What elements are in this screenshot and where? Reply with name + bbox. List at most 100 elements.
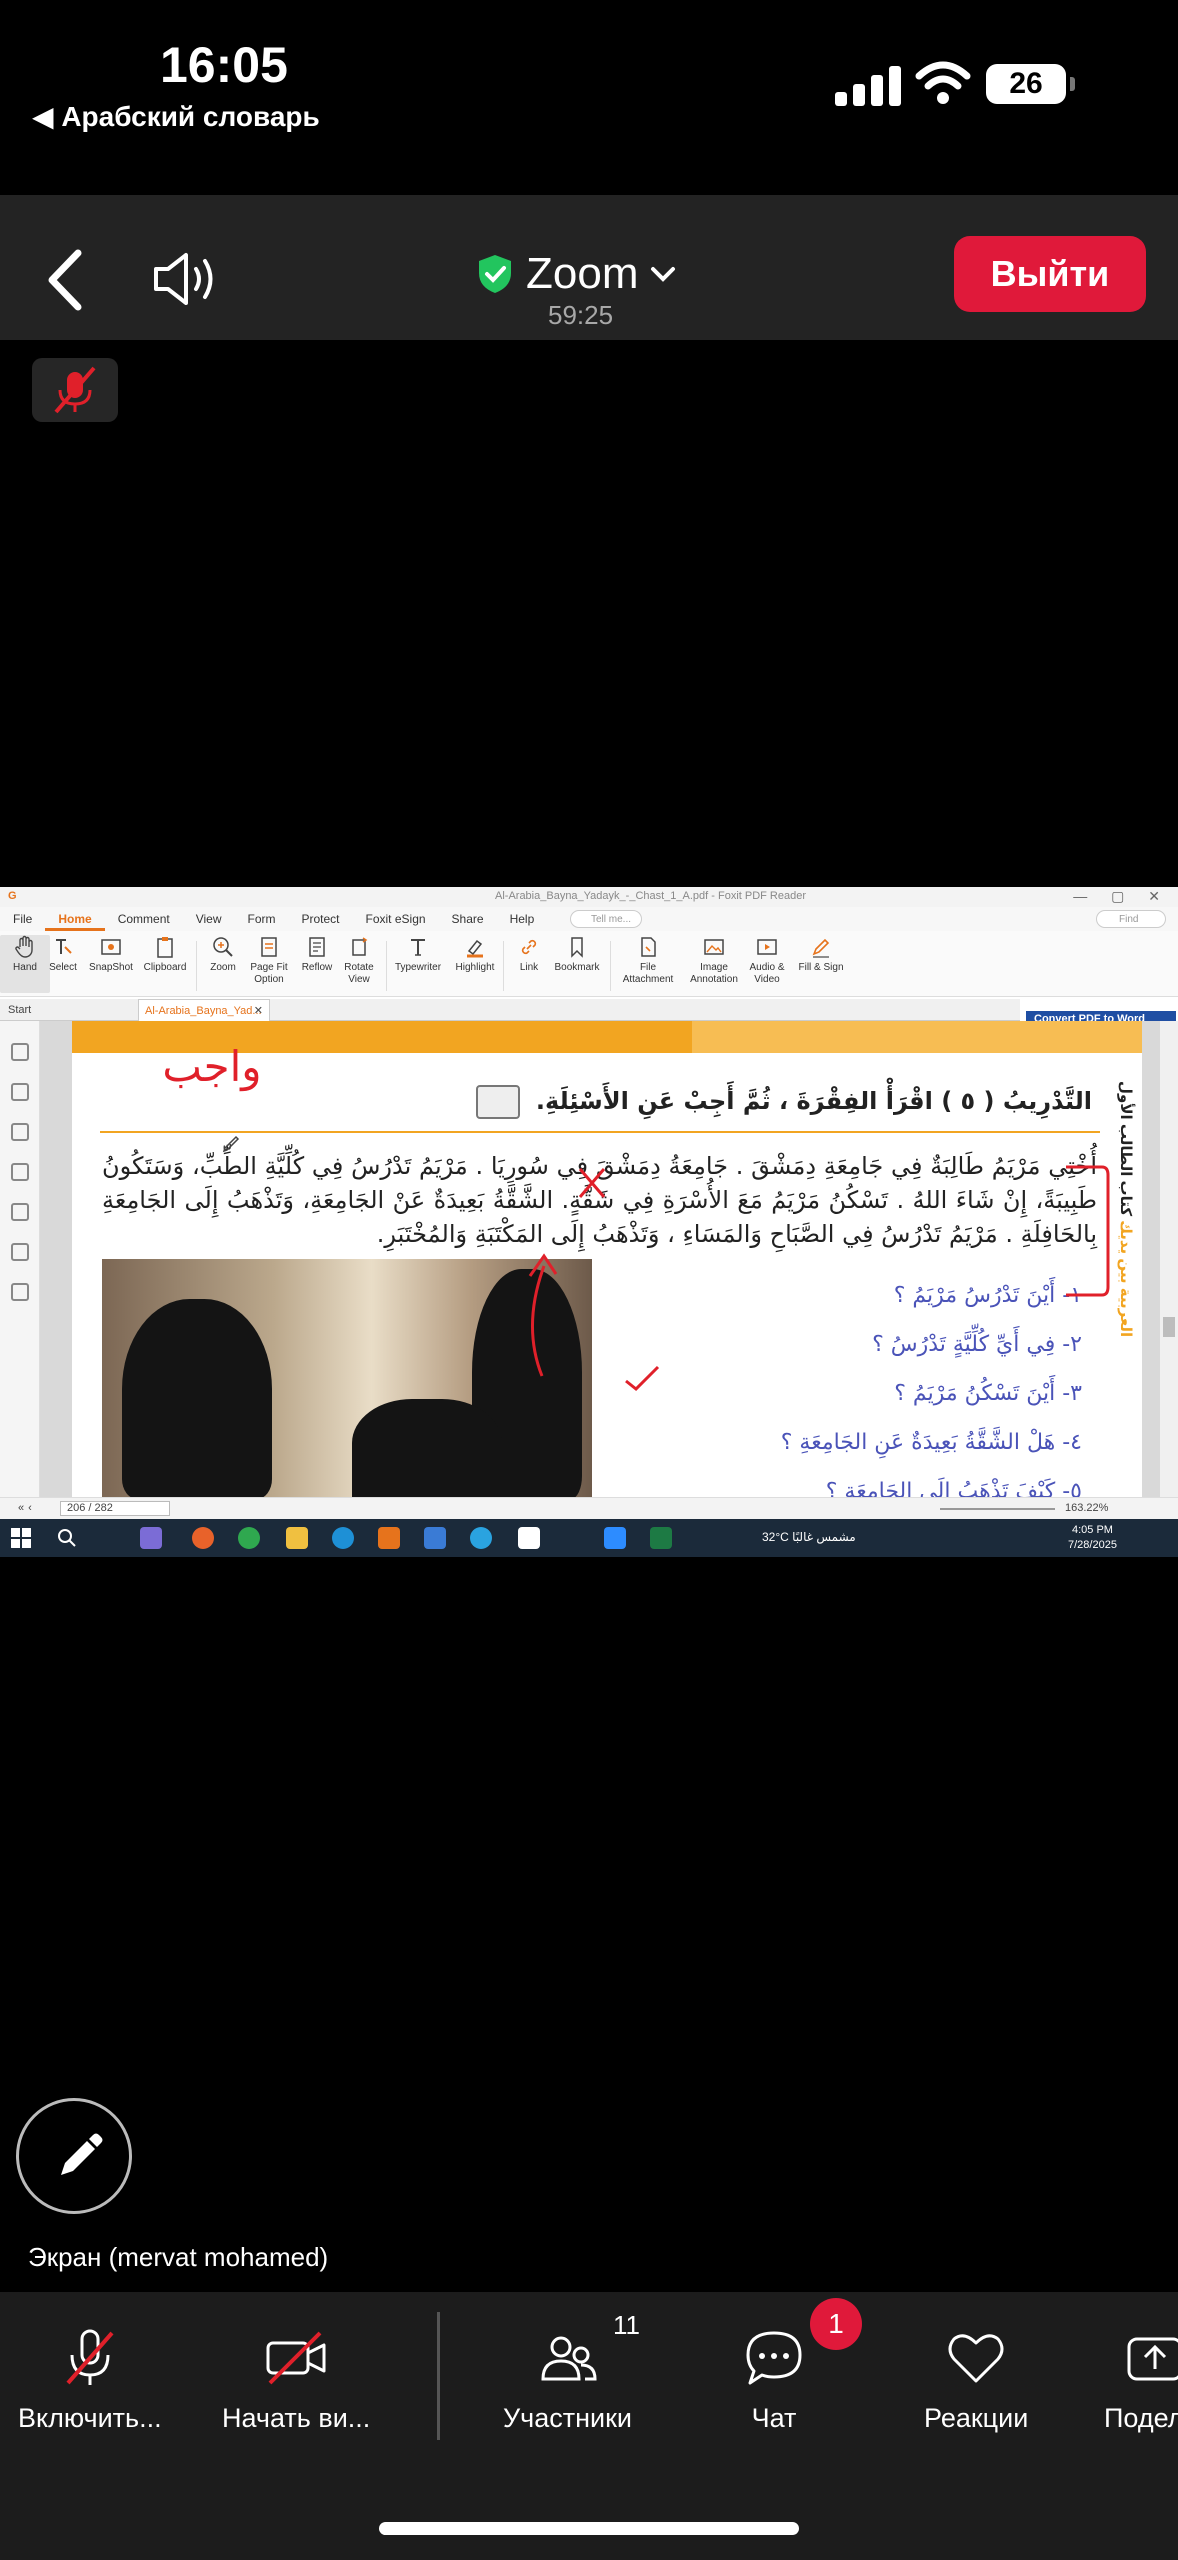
find-input[interactable]: Find	[1096, 910, 1166, 928]
document-taskbar-icon[interactable]	[518, 1527, 540, 1549]
ribbon-separator	[610, 941, 611, 991]
document-title: Al-Arabia_Bayna_Yadayk_-_Chast_1_A.pdf -…	[495, 890, 807, 902]
meeting-timer: 59:25	[548, 300, 614, 330]
layers-panel-icon[interactable]	[10, 1163, 29, 1181]
copilot-icon[interactable]	[140, 1527, 162, 1549]
audio-video-icon	[757, 939, 777, 955]
menu-protect[interactable]: Protect	[289, 907, 353, 931]
typewriter-button[interactable]: Typewriter	[390, 935, 446, 974]
annotate-button[interactable]	[16, 2098, 132, 2214]
clipboard-icon	[157, 937, 173, 958]
start-video-button[interactable]: Начать ви...	[222, 2327, 370, 2434]
toolbar-divider	[437, 2312, 440, 2440]
share-button[interactable]: Подел...	[1104, 2327, 1178, 2434]
tab-start[interactable]: Start	[8, 1004, 31, 1016]
foxit-title-bar: G Al-Arabia_Bayna_Yadayk_-_Chast_1_A.pdf…	[0, 887, 1178, 907]
back-chevron-icon[interactable]	[40, 245, 90, 315]
comments-panel-icon[interactable]	[10, 1123, 29, 1141]
tab-document[interactable]: Al-Arabia_Bayna_Yad... ✕	[138, 999, 270, 1021]
firefox-icon[interactable]	[192, 1527, 214, 1549]
heart-icon	[948, 2334, 1004, 2383]
menu-help[interactable]: Help	[497, 907, 548, 931]
pages-panel-icon[interactable]	[10, 1083, 29, 1101]
navigation-panel	[0, 1021, 40, 1497]
zoom-level[interactable]: 163.22%	[1065, 1502, 1108, 1514]
meeting-title[interactable]: Zoom	[476, 249, 676, 299]
search-icon[interactable]	[56, 1527, 78, 1549]
document-area[interactable]: العربية بين يديك كتاب الطالب الأول التَّ…	[40, 1021, 1160, 1497]
menu-form[interactable]: Form	[235, 907, 289, 931]
zoom-slider[interactable]	[940, 1508, 1055, 1510]
question-item: ٣- أَيْنَ تَسْكُنُ مَرْيَمُ ؟	[894, 1381, 1082, 1406]
telegram-icon[interactable]	[470, 1527, 492, 1549]
highlight-button[interactable]: Highlight	[450, 935, 500, 974]
windows-start-icon[interactable]	[10, 1527, 32, 1549]
tell-me-input[interactable]: Tell me...	[570, 910, 642, 928]
close-tab-icon[interactable]: ✕	[254, 1004, 263, 1017]
encryption-shield-icon	[479, 255, 511, 293]
muted-indicator	[32, 358, 118, 422]
unmute-button[interactable]: Включить...	[18, 2327, 162, 2434]
file-attachment-button[interactable]: File Attachment	[620, 935, 676, 986]
share-icon	[1127, 2337, 1178, 2381]
taskbar-clock[interactable]: 4:05 PM 7/28/2025	[1068, 1523, 1117, 1553]
chrome-icon[interactable]	[238, 1527, 260, 1549]
muted-mic-icon	[54, 366, 96, 414]
rotate-view-button[interactable]: Rotate View	[334, 935, 384, 986]
home-indicator[interactable]	[379, 2522, 799, 2535]
image-annotation-button[interactable]: Image Annotation	[686, 935, 742, 986]
snapshot-button[interactable]: SnapShot	[86, 935, 136, 974]
bookmark-button[interactable]: Bookmark	[552, 935, 602, 974]
scrollbar-thumb[interactable]	[1163, 1317, 1175, 1337]
excel-icon[interactable]	[650, 1527, 672, 1549]
pdf-page: العربية بين يديك كتاب الطالب الأول التَّ…	[72, 1021, 1142, 1497]
participants-button[interactable]: Участники	[503, 2327, 632, 2434]
zoom-magnifier-icon	[213, 937, 233, 957]
zoom-button[interactable]: Zoom	[198, 935, 248, 974]
window-controls[interactable]: — ▢ ✕	[1073, 888, 1170, 905]
signatures-panel-icon[interactable]	[10, 1283, 29, 1301]
questions-list: ١- أَيْنَ تَدْرُسُ مَرْيَمُ ؟ ٢- فِي أَي…	[612, 1271, 1082, 1497]
figure-left	[122, 1299, 272, 1497]
menu-home[interactable]: Home	[45, 907, 105, 931]
tab-document-label: Al-Arabia_Bayna_Yad...	[145, 1005, 262, 1017]
foxit-taskbar-icon[interactable]	[378, 1527, 400, 1549]
meeting-title-text: Zoom	[526, 249, 639, 298]
security-panel-icon[interactable]	[10, 1243, 29, 1261]
ribbon-separator	[196, 941, 197, 991]
leave-button[interactable]: Выйти	[954, 236, 1146, 312]
menu-file[interactable]: File	[0, 907, 45, 931]
audio-video-button[interactable]: Audio & Video	[742, 935, 792, 986]
photos-icon[interactable]	[424, 1527, 446, 1549]
figure-seated	[352, 1399, 502, 1497]
page-fit-option-button[interactable]: Page Fit Option	[244, 935, 294, 986]
muted-microphone-icon	[66, 2329, 114, 2385]
menu-share[interactable]: Share	[439, 907, 497, 931]
menu-foxit-esign[interactable]: Foxit eSign	[353, 907, 439, 931]
page-fit-icon	[261, 937, 277, 957]
zoom-taskbar-icon[interactable]	[604, 1527, 626, 1549]
chat-icon	[746, 2331, 802, 2385]
weather-widget[interactable]: 32°C مشمس غالبًا	[762, 1530, 856, 1544]
menu-view[interactable]: View	[183, 907, 235, 931]
speaker-icon[interactable]	[150, 247, 220, 311]
chat-button[interactable]: Чат	[742, 2327, 806, 2434]
fill-sign-button[interactable]: Fill & Sign	[796, 935, 846, 974]
select-tool-button[interactable]: Select	[38, 935, 88, 974]
menu-comment[interactable]: Comment	[105, 907, 183, 931]
link-button[interactable]: Link	[504, 935, 554, 974]
first-page-button[interactable]: «‹	[18, 1502, 36, 1514]
file-explorer-icon[interactable]	[286, 1527, 308, 1549]
edge-icon[interactable]	[332, 1527, 354, 1549]
page-number-input[interactable]: 206 / 282	[60, 1501, 170, 1516]
reactions-button[interactable]: Реакции	[924, 2327, 1028, 2434]
vertical-scrollbar[interactable]	[1160, 1021, 1178, 1497]
reading-icon	[475, 1085, 520, 1119]
link-icon	[521, 939, 537, 955]
bookmark-panel-icon[interactable]	[10, 1043, 29, 1061]
back-to-app-link[interactable]: ◀ Арабский словарь	[32, 100, 320, 133]
attachments-panel-icon[interactable]	[10, 1203, 29, 1221]
clipboard-button[interactable]: Clipboard	[140, 935, 190, 974]
typewriter-icon	[411, 939, 425, 956]
chat-unread-badge: 1	[810, 2298, 862, 2350]
